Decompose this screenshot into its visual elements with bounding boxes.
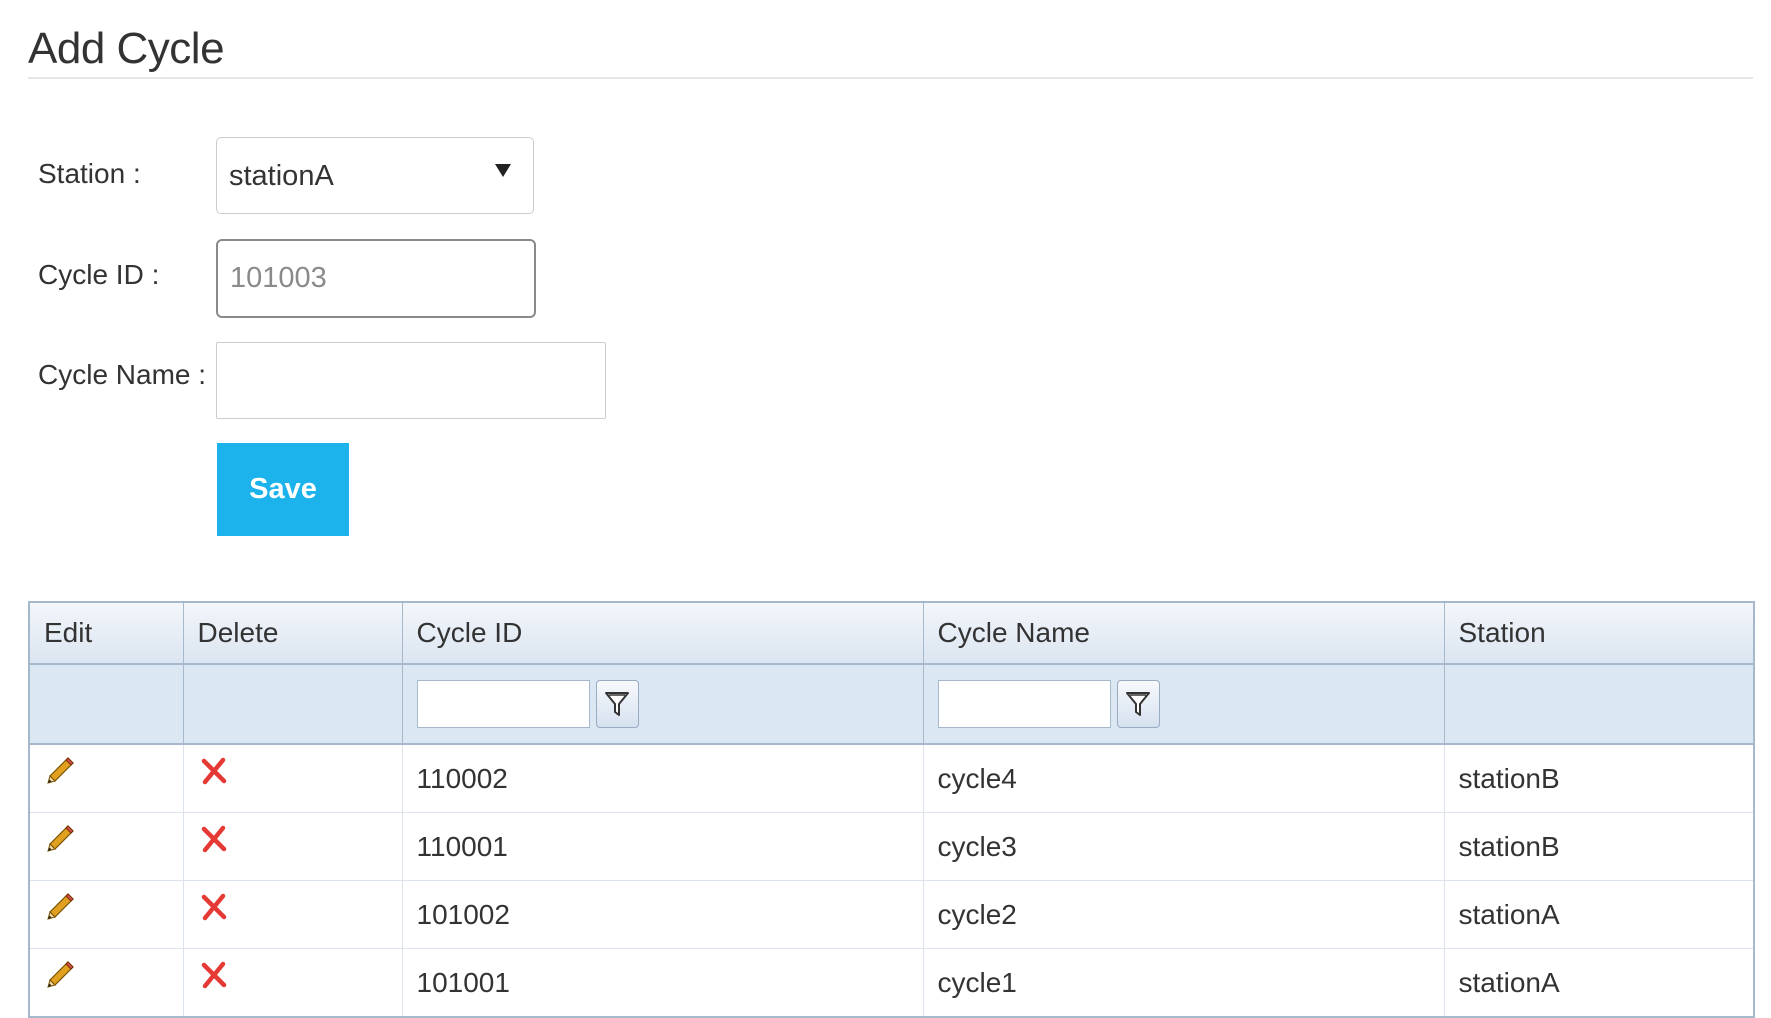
save-button[interactable]: Save — [217, 443, 349, 536]
edit-cell — [30, 880, 184, 949]
filter-cell-delete — [183, 664, 403, 745]
delete-cell — [183, 812, 403, 881]
red-x-icon[interactable] — [198, 823, 230, 855]
column-header-delete[interactable]: Delete — [183, 603, 403, 665]
cycle-name-filter-input[interactable] — [937, 680, 1111, 728]
red-x-icon[interactable] — [198, 891, 230, 923]
delete-cell — [183, 744, 403, 813]
cell-station: stationA — [1444, 880, 1753, 949]
cycle-id-filter-button[interactable] — [595, 680, 639, 728]
cycle-id-input[interactable] — [216, 239, 536, 318]
cell-cycle-id: 101002 — [402, 880, 924, 949]
filter-cell-cycle-name — [923, 664, 1445, 745]
cell-station: stationA — [1444, 948, 1753, 1016]
cell-cycle-id: 101001 — [402, 948, 924, 1016]
cell-station: stationB — [1444, 744, 1753, 813]
table-row: 101001 cycle1 stationA — [30, 948, 1753, 1016]
edit-cell — [30, 812, 184, 881]
cell-cycle-name: cycle1 — [923, 948, 1445, 1016]
delete-cell — [183, 948, 403, 1016]
delete-cell — [183, 880, 403, 949]
cycle-name-filter-button[interactable] — [1116, 680, 1160, 728]
cell-cycle-id: 110002 — [402, 744, 924, 813]
filter-cell-edit — [30, 664, 184, 745]
cycle-name-label: Cycle Name : — [38, 359, 207, 390]
cell-station: stationB — [1444, 812, 1753, 881]
filter-funnel-icon — [1126, 692, 1150, 716]
title-divider — [28, 77, 1753, 79]
triangle-down-icon — [495, 164, 511, 177]
cycle-id-filter-input[interactable] — [416, 680, 590, 728]
station-select[interactable]: stationA — [216, 137, 534, 214]
red-x-icon[interactable] — [198, 755, 230, 787]
filter-cell-station — [1444, 664, 1753, 745]
table-row: 110002 cycle4 stationB — [30, 744, 1753, 813]
cell-cycle-name: cycle4 — [923, 744, 1445, 813]
cell-cycle-id: 110001 — [402, 812, 924, 881]
edit-cell — [30, 948, 184, 1016]
table-row: 110001 cycle3 stationB — [30, 812, 1753, 881]
pencil-icon[interactable] — [44, 959, 76, 991]
cycle-id-label: Cycle ID : — [38, 259, 160, 290]
cell-cycle-name: cycle3 — [923, 812, 1445, 881]
cycle-name-input[interactable] — [216, 342, 606, 419]
cell-cycle-name: cycle2 — [923, 880, 1445, 949]
pencil-icon[interactable] — [44, 891, 76, 923]
column-header-cycle-id[interactable]: Cycle ID — [402, 603, 924, 665]
pencil-icon[interactable] — [44, 823, 76, 855]
cycles-grid: Edit Delete Cycle ID Cycle Name Station — [28, 601, 1755, 1018]
red-x-icon[interactable] — [198, 959, 230, 991]
column-header-station[interactable]: Station — [1444, 603, 1753, 665]
page-title: Add Cycle — [28, 24, 225, 73]
filter-cell-cycle-id — [402, 664, 924, 745]
station-select-value: stationA — [229, 160, 334, 192]
column-header-cycle-name[interactable]: Cycle Name — [923, 603, 1445, 665]
filter-funnel-icon — [605, 692, 629, 716]
pencil-icon[interactable] — [44, 755, 76, 787]
station-label: Station : — [38, 158, 141, 189]
filter-row — [30, 664, 1753, 745]
table-row: 101002 cycle2 stationA — [30, 880, 1753, 949]
edit-cell — [30, 744, 184, 813]
column-header-edit[interactable]: Edit — [30, 603, 184, 665]
grid-header-row: Edit Delete Cycle ID Cycle Name Station — [30, 603, 1753, 665]
